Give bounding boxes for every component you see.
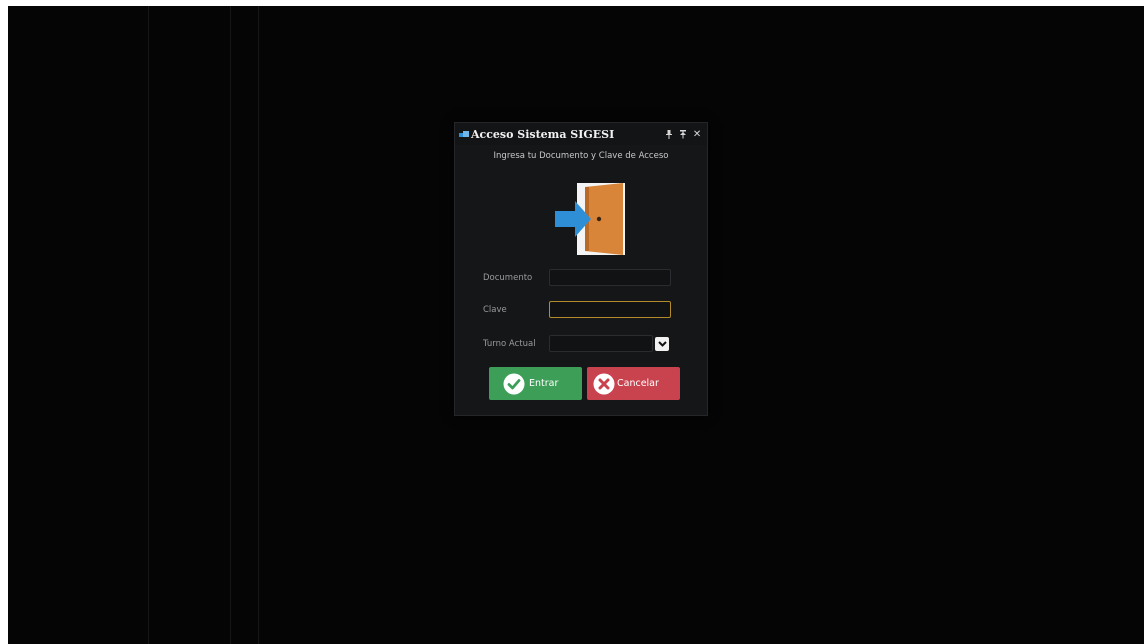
turno-row: Turno Actual	[483, 335, 669, 352]
dialog-subtitle: Ingresa tu Documento y Clave de Acceso	[493, 151, 669, 161]
cancelar-label: Cancelar	[617, 378, 659, 389]
dialog-title: Acceso Sistema SIGESI	[471, 127, 615, 141]
clave-row: Clave	[483, 301, 671, 318]
restore-icon[interactable]	[679, 129, 687, 139]
x-circle-icon	[593, 373, 615, 394]
documento-row: Documento	[483, 269, 671, 286]
close-icon[interactable]: ✕	[693, 129, 701, 140]
documento-label: Documento	[483, 272, 533, 283]
entrar-button[interactable]: Entrar	[489, 367, 582, 400]
login-dialog: Acceso Sistema SIGESI ✕ Ingresa tu Docum…	[454, 122, 708, 416]
turno-select-value[interactable]	[549, 335, 653, 352]
entrar-label: Entrar	[529, 378, 559, 389]
clave-label: Clave	[483, 304, 507, 315]
divider-line	[148, 6, 149, 644]
window-controls: ✕	[665, 129, 701, 140]
cancelar-button[interactable]: Cancelar	[587, 367, 680, 400]
door-enter-icon	[555, 183, 625, 255]
documento-field[interactable]	[549, 269, 671, 286]
divider-line	[230, 6, 231, 644]
turno-select[interactable]	[549, 335, 669, 352]
chevron-down-icon[interactable]	[655, 336, 669, 351]
check-circle-icon	[503, 373, 525, 394]
dialog-titlebar[interactable]: Acceso Sistema SIGESI ✕	[455, 123, 707, 145]
app-icon	[459, 130, 469, 137]
clave-field[interactable]	[549, 301, 671, 318]
desktop-background: Acceso Sistema SIGESI ✕ Ingresa tu Docum…	[8, 6, 1144, 644]
turno-label: Turno Actual	[483, 338, 536, 349]
divider-line	[258, 6, 259, 644]
pin-icon[interactable]	[665, 129, 673, 139]
